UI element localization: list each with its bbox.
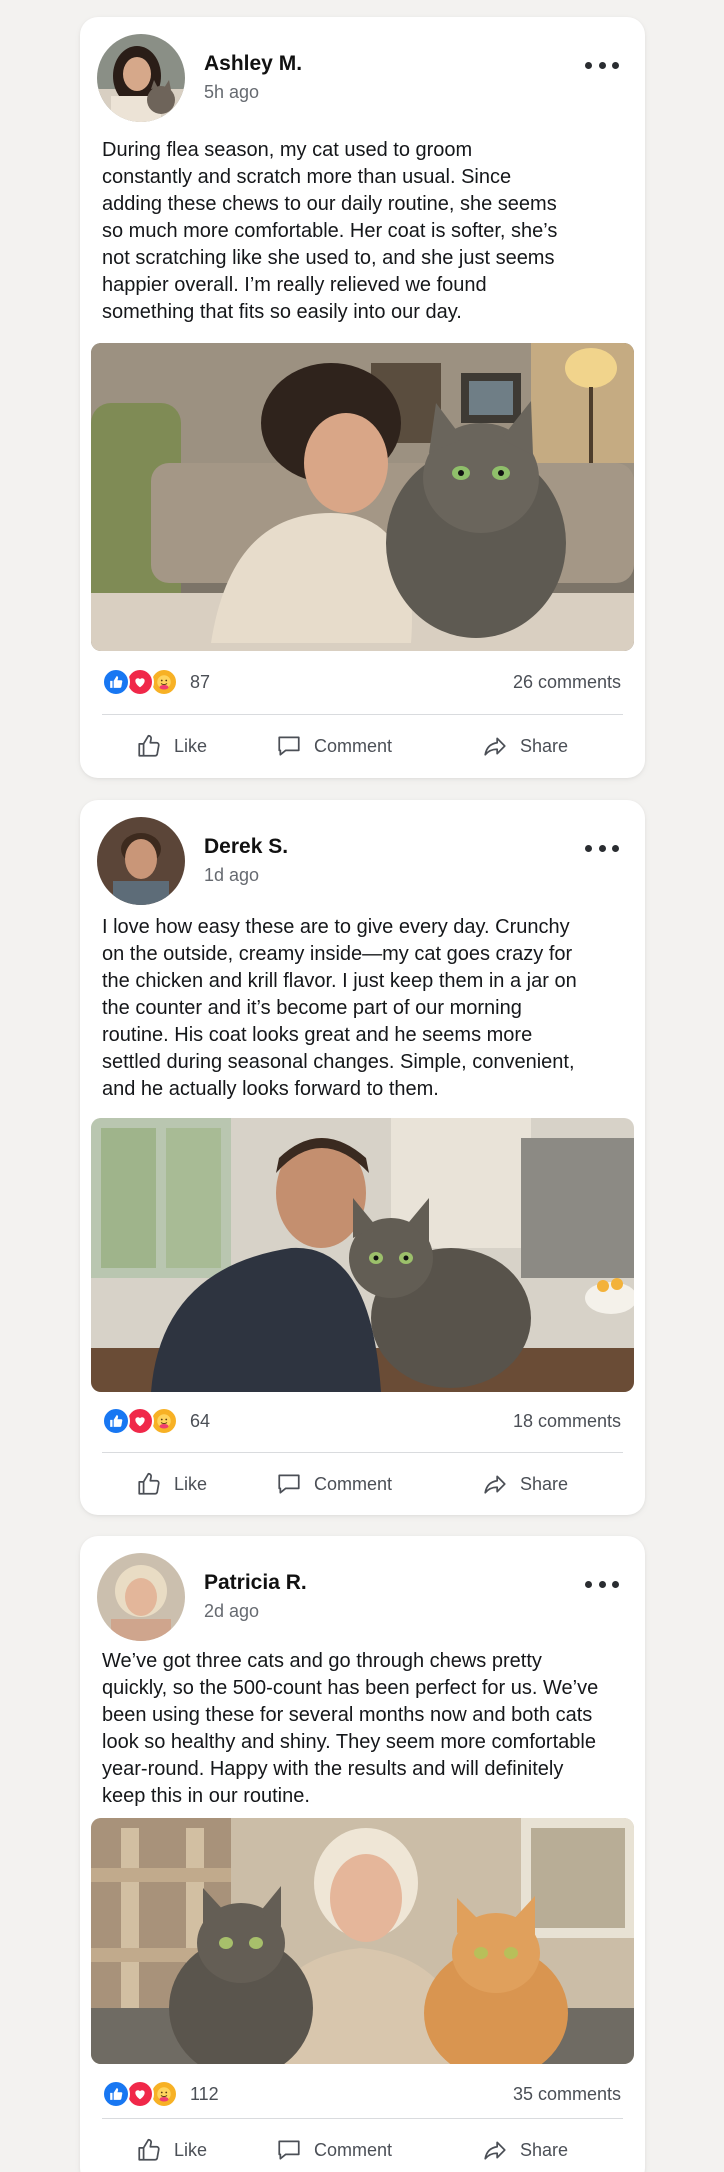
reaction-count: 112 <box>190 2083 219 2104</box>
thumbs-up-icon <box>138 1472 160 1495</box>
comment-button[interactable]: Comment <box>276 2128 392 2172</box>
author-name[interactable]: Ashley M. <box>204 52 302 76</box>
post-time: 2d ago <box>204 1601 260 1621</box>
love-reaction-icon <box>126 2080 154 2108</box>
reaction-summary[interactable]: 64 <box>102 1404 210 1438</box>
comment-count[interactable]: 35 comments <box>513 2077 621 2111</box>
like-reaction-icon <box>102 1407 130 1435</box>
divider <box>102 2118 623 2119</box>
post-card: Ashley M. 5h ago During flea season, my … <box>80 17 645 778</box>
care-reaction-icon <box>150 1407 178 1435</box>
share-button[interactable]: Share <box>482 2128 568 2172</box>
like-reaction-icon <box>102 2080 130 2108</box>
action-bar: Like Comment Share <box>102 1462 623 1506</box>
like-button[interactable]: Like <box>136 724 207 768</box>
like-label: Like <box>174 735 208 756</box>
post-time: 1d ago <box>204 865 260 885</box>
like-button[interactable]: Like <box>136 1462 207 1506</box>
avatar[interactable] <box>97 34 185 122</box>
reaction-count: 64 <box>190 1410 211 1431</box>
comment-button[interactable]: Comment <box>276 724 392 768</box>
more-horizontal-icon[interactable] <box>585 55 619 75</box>
post-photo[interactable] <box>91 1118 634 1392</box>
post-text: We’ve got three cats and go through chew… <box>102 1650 599 1807</box>
like-button[interactable]: Like <box>136 2128 207 2172</box>
comment-label: Comment <box>314 1473 393 1494</box>
post-header: Ashley M. 5h ago <box>80 17 645 127</box>
post-text: I love how easy these are to give every … <box>102 916 577 1100</box>
speech-bubble-icon <box>278 2140 300 2160</box>
speech-bubble-icon <box>278 1474 300 1494</box>
care-reaction-icon <box>150 2080 178 2108</box>
post-header: Patricia R. 2d ago <box>80 1536 645 1646</box>
post-photo[interactable] <box>91 343 634 651</box>
like-label: Like <box>174 2139 208 2160</box>
reaction-count: 87 <box>190 671 211 692</box>
post-header: Derek S. 1d ago <box>80 800 645 910</box>
like-label: Like <box>174 1473 208 1494</box>
love-reaction-icon <box>126 668 154 696</box>
share-button[interactable]: Share <box>482 1462 568 1506</box>
comment-button[interactable]: Comment <box>276 1462 392 1506</box>
author-name[interactable]: Patricia R. <box>204 1571 307 1595</box>
thumbs-up-icon <box>138 2138 160 2161</box>
post-stats: 87 26 comments <box>102 665 621 699</box>
action-bar: Like Comment Share <box>102 724 623 768</box>
post-time: 5h ago <box>204 82 260 102</box>
reaction-summary[interactable]: 87 <box>102 665 210 699</box>
more-horizontal-icon[interactable] <box>585 838 619 858</box>
share-arrow-icon <box>484 1475 506 1494</box>
divider <box>102 1452 623 1453</box>
share-arrow-icon <box>484 2141 506 2160</box>
like-reaction-icon <box>102 668 130 696</box>
post-card: Patricia R. 2d ago We’ve got three cats … <box>80 1536 645 2172</box>
action-bar: Like Comment Share <box>102 2128 623 2172</box>
post-card: Derek S. 1d ago I love how easy these ar… <box>80 800 645 1515</box>
share-label: Share <box>520 2139 569 2160</box>
love-reaction-icon <box>126 1407 154 1435</box>
speech-bubble-icon <box>278 736 300 756</box>
share-label: Share <box>520 735 569 756</box>
comment-label: Comment <box>314 735 393 756</box>
care-reaction-icon <box>150 668 178 696</box>
share-button[interactable]: Share <box>482 724 568 768</box>
divider <box>102 714 623 715</box>
post-stats: 64 18 comments <box>102 1404 621 1438</box>
thumbs-up-icon <box>138 734 160 757</box>
avatar[interactable] <box>97 817 185 905</box>
avatar[interactable] <box>97 1553 185 1641</box>
author-name[interactable]: Derek S. <box>204 835 288 859</box>
comment-count[interactable]: 26 comments <box>513 665 621 699</box>
more-horizontal-icon[interactable] <box>585 1574 619 1594</box>
share-label: Share <box>520 1473 569 1494</box>
review-feed: Ashley M. 5h ago During flea season, my … <box>0 0 724 2172</box>
reaction-summary[interactable]: 112 <box>102 2077 219 2111</box>
post-stats: 112 35 comments <box>102 2077 621 2111</box>
post-text: During flea season, my cat used to groom… <box>102 139 558 323</box>
comment-count[interactable]: 18 comments <box>513 1404 621 1438</box>
comment-label: Comment <box>314 2139 393 2160</box>
share-arrow-icon <box>484 737 506 756</box>
post-photo[interactable] <box>91 1818 634 2064</box>
